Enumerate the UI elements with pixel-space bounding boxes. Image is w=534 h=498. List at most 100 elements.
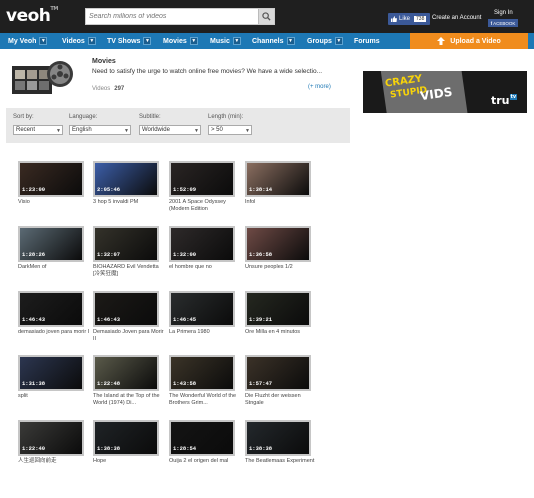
ad-banner[interactable]: CRAZY STUPID VIDS trutv <box>363 71 527 113</box>
dropdown-arrow-icon[interactable]: ▼ <box>334 37 343 45</box>
chevron-down-icon: ▼ <box>194 128 199 134</box>
video-thumbnail[interactable]: 1:22:48 <box>93 355 159 391</box>
language-select[interactable]: English ▼ <box>69 125 131 135</box>
veoh-logo[interactable]: veohTM <box>6 6 58 26</box>
video-title[interactable]: split <box>18 393 90 400</box>
video-thumbnail[interactable]: 1:22:40 <box>18 420 84 456</box>
ad-brand-name: tru <box>491 94 510 107</box>
video-thumbnail[interactable]: 1:46:45 <box>169 291 235 327</box>
search-button[interactable] <box>258 9 274 24</box>
nav-label: Groups <box>307 37 332 45</box>
video-thumbnail[interactable]: 1:46:43 <box>93 291 159 327</box>
dropdown-arrow-icon[interactable]: ▼ <box>39 37 48 45</box>
video-thumbnail[interactable]: 1:39:21 <box>245 291 311 327</box>
video-thumbnail[interactable]: 1:31:38 <box>18 355 84 391</box>
video-title[interactable]: 2001 A Space Odyssey (Modern Edition <box>169 199 241 213</box>
video-title[interactable]: demasiado joven para morir I <box>18 329 90 336</box>
ad-brand-logo: trutv <box>491 94 518 107</box>
nav-movies[interactable]: Movies ▼ <box>163 33 198 49</box>
video-thumbnail[interactable]: 2:05:46 <box>93 161 159 197</box>
video-thumbnail[interactable]: 1:38:38 <box>245 420 311 456</box>
language-value: English <box>72 127 92 133</box>
subtitle-value: Worldwide <box>142 127 170 133</box>
dropdown-arrow-icon[interactable]: ▼ <box>87 37 96 45</box>
video-thumbnail[interactable]: 1:28:54 <box>169 420 235 456</box>
like-count: 738 <box>414 16 427 22</box>
nav-forums[interactable]: Forums <box>354 33 380 49</box>
nav-label: TV Shows <box>107 37 141 45</box>
nav-label: Videos <box>62 37 85 45</box>
video-duration: 1:23:00 <box>22 186 46 193</box>
video-thumbnail[interactable]: 1:43:58 <box>169 355 235 391</box>
nav-label: Music <box>210 37 230 45</box>
upload-video-button[interactable]: Upload a Video <box>410 33 528 49</box>
search-box <box>85 8 275 25</box>
nav-music[interactable]: Music ▼ <box>210 33 241 49</box>
video-duration: 1:38:14 <box>249 186 273 193</box>
video-title[interactable]: La Primera 1980 <box>169 329 241 336</box>
video-title[interactable]: Unsure peoples 1/2 <box>245 264 317 271</box>
video-thumbnail[interactable]: 1:28:26 <box>18 226 84 262</box>
length-value: > 50 <box>211 127 223 133</box>
video-title[interactable]: Visio <box>18 199 90 206</box>
film-reel-icon <box>12 61 73 94</box>
video-title[interactable]: 人生巡回向前走 <box>18 458 90 465</box>
length-label: Length (min): <box>208 114 244 120</box>
nav-groups[interactable]: Groups ▼ <box>307 33 343 49</box>
upload-label: Upload a Video <box>450 37 501 45</box>
more-link[interactable]: (+ more) <box>308 84 331 90</box>
video-thumbnail[interactable]: 1:52:09 <box>169 161 235 197</box>
video-thumbnail[interactable]: 1:23:00 <box>18 161 84 197</box>
video-duration: 1:52:09 <box>173 186 197 193</box>
category-description: Need to satisfy the urge to watch online… <box>92 68 323 75</box>
video-thumbnail[interactable]: 1:57:47 <box>245 355 311 391</box>
subtitle-select[interactable]: Worldwide ▼ <box>139 125 201 135</box>
video-title[interactable]: Ore Milla en 4 minutos <box>245 329 317 336</box>
video-duration: 1:31:38 <box>22 380 46 387</box>
nav-label: My Veoh <box>8 37 37 45</box>
facebook-signin-button[interactable]: f ACEBOOK <box>488 19 518 27</box>
dropdown-arrow-icon[interactable]: ▼ <box>143 37 152 45</box>
video-duration: 1:38:38 <box>97 445 121 452</box>
sign-in-link[interactable]: Sign In <box>494 10 513 16</box>
video-title[interactable]: The Wonderful World of the Brothers Grim… <box>169 393 241 407</box>
nav-tv-shows[interactable]: TV Shows ▼ <box>107 33 152 49</box>
video-thumbnail[interactable]: 1:46:43 <box>18 291 84 327</box>
video-title[interactable]: Demasiado Joven para Morir II <box>93 329 165 343</box>
dropdown-arrow-icon[interactable]: ▼ <box>286 37 295 45</box>
dropdown-arrow-icon[interactable]: ▼ <box>189 37 198 45</box>
facebook-like-button[interactable]: Like 738 <box>388 13 430 25</box>
video-title[interactable]: Infol <box>245 199 317 206</box>
logo-tm: TM <box>50 6 58 12</box>
video-duration: 1:43:58 <box>173 380 197 387</box>
video-duration: 1:36:58 <box>249 251 273 258</box>
video-thumbnail[interactable]: 1:32:07 <box>93 226 159 262</box>
video-title[interactable]: The Beatlemaas Experiment <box>245 458 317 465</box>
search-input[interactable] <box>89 9 259 24</box>
video-thumbnail[interactable]: 1:32:00 <box>169 226 235 262</box>
thumbs-up-icon <box>391 16 397 22</box>
length-select[interactable]: > 50 ▼ <box>208 125 252 135</box>
nav-my-veoh[interactable]: My Veoh ▼ <box>8 33 48 49</box>
video-thumbnail[interactable]: 1:38:38 <box>93 420 159 456</box>
video-thumbnail[interactable]: 1:36:58 <box>245 226 311 262</box>
video-title[interactable]: Hope <box>93 458 165 465</box>
video-title[interactable]: 3 hop 5 invaldi PM <box>93 199 165 206</box>
video-duration: 1:22:48 <box>97 380 121 387</box>
facebook-f-icon: f <box>490 20 493 26</box>
video-title[interactable]: Die Fluzht der weissen Stngale <box>245 393 317 407</box>
create-account-link[interactable]: Create an Account <box>432 15 481 21</box>
video-title[interactable]: DarkMen of <box>18 264 90 271</box>
nav-videos[interactable]: Videos ▼ <box>62 33 96 49</box>
sort-select[interactable]: Recent ▼ <box>13 125 63 135</box>
video-duration: 1:46:43 <box>97 316 121 323</box>
video-title[interactable]: Ouija 2 el origen del mal <box>169 458 241 465</box>
dropdown-arrow-icon[interactable]: ▼ <box>232 37 241 45</box>
video-title[interactable]: The Island at the Top of the World (1974… <box>93 393 165 407</box>
video-title[interactable]: BIOHAZARD Evil Vendetta [冷笑狂魔] <box>93 264 165 278</box>
video-duration: 1:46:43 <box>22 316 46 323</box>
video-thumbnail[interactable]: 1:38:14 <box>245 161 311 197</box>
nav-channels[interactable]: Channels ▼ <box>252 33 295 49</box>
video-count: Videos 297 <box>92 86 124 92</box>
video-title[interactable]: el hombre que no <box>169 264 241 271</box>
